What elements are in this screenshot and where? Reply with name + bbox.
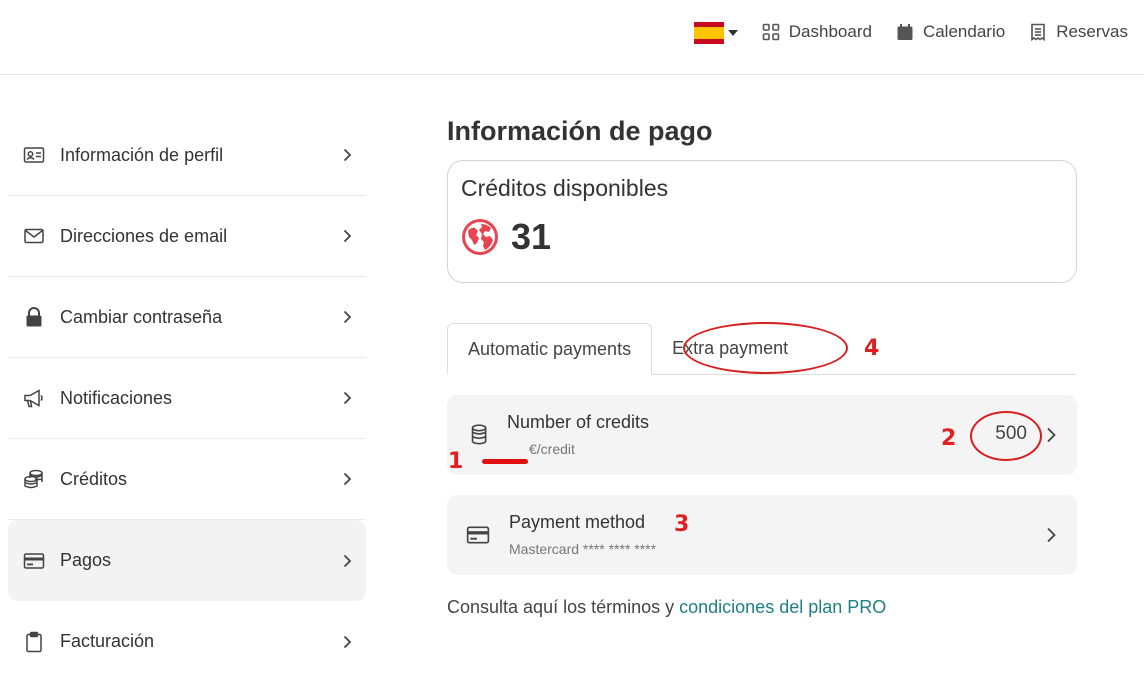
coins-icon <box>471 424 487 445</box>
chevron-right-icon <box>343 148 352 162</box>
credits-quantity-value: 500 <box>995 423 1027 444</box>
nav-calendario[interactable]: Calendario <box>896 22 1005 42</box>
credit-card-icon <box>466 526 490 544</box>
clipboard-icon <box>22 630 46 654</box>
sidebar-item-label: Cambiar contraseña <box>60 306 223 327</box>
sidebar-item-label: Notificaciones <box>60 387 173 408</box>
sidebar-item-label: Facturación <box>60 631 155 651</box>
nav-dashboard[interactable]: Dashboard <box>762 22 872 42</box>
terms-text: Consulta aquí los términos y condiciones… <box>447 597 1077 618</box>
sidebar-item-pagos[interactable]: Pagos <box>8 520 366 601</box>
lock-icon <box>22 305 46 329</box>
credits-row-title: Number of credits <box>507 412 650 432</box>
available-credits-card: Créditos disponibles 31 <box>447 160 1077 283</box>
annotation-label-2: 2 <box>941 426 957 451</box>
sidebar-item-notificaciones[interactable]: Notificaciones <box>8 358 366 439</box>
language-selector[interactable] <box>694 22 738 44</box>
sidebar-item-label: Direcciones de email <box>60 225 228 246</box>
envelope-icon <box>22 224 46 248</box>
receipt-icon <box>1031 23 1045 41</box>
chevron-right-icon <box>343 635 352 648</box>
megaphone-icon <box>22 386 46 410</box>
calendar-icon <box>897 24 913 40</box>
caret-down-icon <box>728 30 738 36</box>
payment-method-row[interactable]: Payment method Mastercard **** **** **** <box>447 495 1077 575</box>
sidebar-item-label: Información de perfil <box>60 144 224 165</box>
terms-prefix: Consulta aquí los términos y <box>447 597 680 617</box>
sidebar-item-password[interactable]: Cambiar contraseña <box>8 277 366 358</box>
sidebar-item-label: Pagos <box>60 550 112 570</box>
number-of-credits-row[interactable]: Number of credits €/credit 500 <box>447 395 1077 475</box>
sidebar-item-label: Créditos <box>60 468 128 489</box>
chevron-right-icon <box>343 391 352 405</box>
payment-tabs: Automatic payments Extra payment <box>447 323 1077 375</box>
chevron-right-icon <box>343 472 352 486</box>
globe-icon <box>462 219 498 255</box>
sidebar-item-facturacion[interactable]: Facturación <box>8 601 366 676</box>
available-credits-value: 31 <box>511 216 552 257</box>
annotation-label-4: 4 <box>864 336 880 361</box>
chevron-right-icon <box>343 554 352 567</box>
annotation-label-3: 3 <box>674 512 690 537</box>
sidebar-item-perfil[interactable]: Información de perfil <box>8 115 366 196</box>
chevron-right-icon <box>343 310 352 324</box>
annotation-label-1: 1 <box>448 449 464 474</box>
sidebar-item-creditos[interactable]: Créditos <box>8 439 366 520</box>
payment-panel: Información de pago Créditos disponibles… <box>447 115 1077 618</box>
page-title: Información de pago <box>447 116 713 146</box>
credit-card-icon <box>22 549 46 573</box>
nav-reservas-label: Reservas <box>1056 22 1128 41</box>
id-card-icon <box>22 143 46 167</box>
annotation-underline-price <box>482 459 528 464</box>
tab-automatic-payments[interactable]: Automatic payments <box>447 323 653 375</box>
top-bar: Dashboard Calendario Reservas <box>0 0 1144 75</box>
spain-flag-icon <box>694 22 724 44</box>
nav-calendario-label: Calendario <box>922 22 1006 41</box>
coins-icon <box>22 467 46 491</box>
settings-sidebar: Información de perfil Direcciones de ema… <box>8 115 366 676</box>
chevron-right-icon <box>343 229 352 243</box>
dashboard-icon <box>762 23 780 41</box>
tab-extra-payment[interactable]: Extra payment <box>652 323 808 374</box>
nav-dashboard-label: Dashboard <box>788 22 872 41</box>
payment-method-card: Mastercard **** **** **** <box>509 541 657 557</box>
chevron-right-icon <box>1047 427 1056 443</box>
price-per-credit: €/credit <box>529 441 575 457</box>
chevron-right-icon <box>1047 527 1056 543</box>
sidebar-item-email[interactable]: Direcciones de email <box>8 196 366 277</box>
nav-reservas[interactable]: Reservas <box>1029 22 1128 42</box>
terms-link[interactable]: condiciones del plan PRO <box>679 597 886 617</box>
top-nav: Dashboard Calendario Reservas <box>762 22 1128 42</box>
payment-method-title: Payment method <box>509 512 646 532</box>
credits-card-title: Créditos disponibles <box>461 175 669 201</box>
